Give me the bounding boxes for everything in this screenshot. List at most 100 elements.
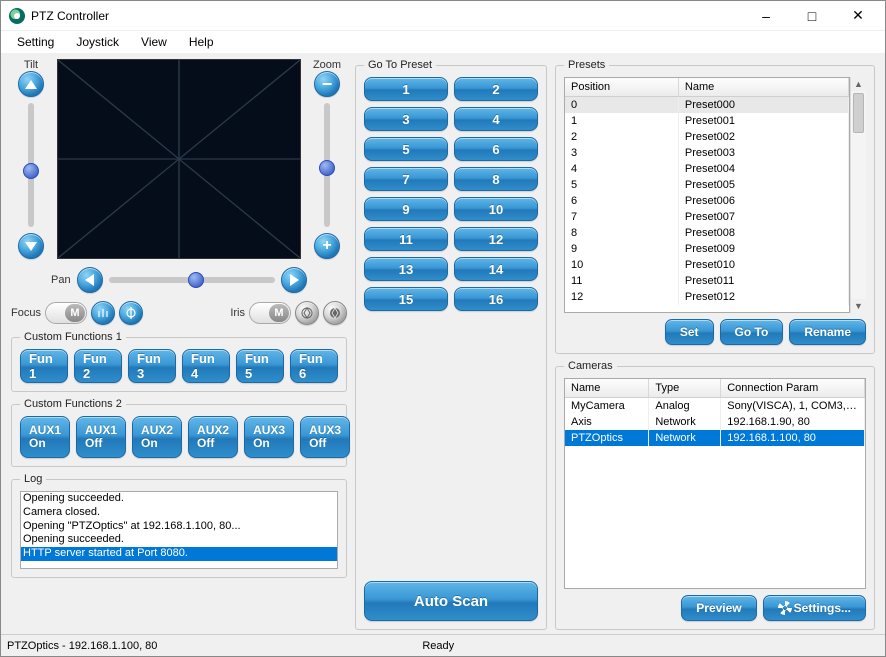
goto-preset-5[interactable]: 5 <box>364 137 448 161</box>
goto-preset-8[interactable]: 8 <box>454 167 538 191</box>
menu-view[interactable]: View <box>133 33 175 51</box>
fun-button-4[interactable]: Fun 4 <box>182 349 230 383</box>
presets-header-name[interactable]: Name <box>678 78 848 97</box>
iris-manual-toggle[interactable]: M <box>249 302 291 324</box>
zoom-in-button[interactable]: + <box>314 233 340 259</box>
camera-row[interactable]: PTZOpticsNetwork192.168.1.100, 80 <box>565 430 865 446</box>
arrow-left-icon <box>85 274 94 286</box>
pan-label: Pan <box>51 274 71 286</box>
preset-row[interactable]: 0Preset000 <box>565 97 849 114</box>
goto-preset-2[interactable]: 2 <box>454 77 538 101</box>
cameras-header-type[interactable]: Type <box>649 379 721 398</box>
preset-set-button[interactable]: Set <box>665 319 714 345</box>
goto-preset-3[interactable]: 3 <box>364 107 448 131</box>
goto-preset-15[interactable]: 15 <box>364 287 448 311</box>
presets-table[interactable]: Position Name 0Preset0001Preset0012Prese… <box>565 78 849 305</box>
goto-preset-4[interactable]: 4 <box>454 107 538 131</box>
preset-row[interactable]: 12Preset012 <box>565 289 849 305</box>
cameras-header-name[interactable]: Name <box>565 379 649 398</box>
iris-close-button[interactable] <box>323 301 347 325</box>
log-line[interactable]: Opening "PTZOptics" at 192.168.1.100, 80… <box>21 520 337 534</box>
preset-row[interactable]: 2Preset002 <box>565 129 849 145</box>
preset-row[interactable]: 8Preset008 <box>565 225 849 241</box>
preset-row[interactable]: 11Preset011 <box>565 273 849 289</box>
aux-button-1[interactable]: AUX1 On <box>20 416 70 458</box>
camera-row[interactable]: MyCameraAnalogSony(VISCA), 1, COM3, 96..… <box>565 398 865 415</box>
tilt-down-button[interactable] <box>18 233 44 259</box>
camera-settings-label: Settings... <box>794 601 851 615</box>
preset-row[interactable]: 9Preset009 <box>565 241 849 257</box>
aux-button-2[interactable]: AUX1 Off <box>76 416 126 458</box>
preset-row[interactable]: 1Preset001 <box>565 113 849 129</box>
iris-open-button[interactable] <box>295 301 319 325</box>
preset-row[interactable]: 4Preset004 <box>565 161 849 177</box>
log-line[interactable]: Camera closed. <box>21 506 337 520</box>
maximize-button[interactable]: □ <box>789 1 835 31</box>
log-list[interactable]: Opening succeeded.Camera closed.Opening … <box>20 491 338 569</box>
aux-button-3[interactable]: AUX2 On <box>132 416 182 458</box>
camera-settings-button[interactable]: Settings... <box>763 595 866 621</box>
preset-row[interactable]: 7Preset007 <box>565 209 849 225</box>
fun-button-2[interactable]: Fun 2 <box>74 349 122 383</box>
zoom-label: Zoom <box>313 59 341 71</box>
pan-slider[interactable] <box>109 277 275 283</box>
camera-row[interactable]: AxisNetwork192.168.1.90, 80 <box>565 414 865 430</box>
log-line[interactable]: Opening succeeded. <box>21 533 337 547</box>
goto-preset-9[interactable]: 9 <box>364 197 448 221</box>
goto-preset-11[interactable]: 11 <box>364 227 448 251</box>
fun-button-5[interactable]: Fun 5 <box>236 349 284 383</box>
fun-button-6[interactable]: Fun 6 <box>290 349 338 383</box>
goto-preset-6[interactable]: 6 <box>454 137 538 161</box>
tilt-slider[interactable] <box>28 103 34 227</box>
minimize-button[interactable]: – <box>743 1 789 31</box>
cameras-header-conn[interactable]: Connection Param <box>721 379 865 398</box>
preset-row[interactable]: 5Preset005 <box>565 177 849 193</box>
focus-far-button[interactable] <box>119 301 143 325</box>
pan-row: Pan <box>11 267 347 293</box>
aux-button-6[interactable]: AUX3 Off <box>300 416 350 458</box>
goto-preset-14[interactable]: 14 <box>454 257 538 281</box>
auto-scan-button[interactable]: Auto Scan <box>364 581 538 621</box>
focus-manual-toggle[interactable]: M <box>45 302 87 324</box>
aux-button-5[interactable]: AUX3 On <box>244 416 294 458</box>
iris-manual-knob: M <box>269 304 289 322</box>
pan-right-button[interactable] <box>281 267 307 293</box>
log-line[interactable]: Opening succeeded. <box>21 492 337 506</box>
log-legend: Log <box>20 473 46 485</box>
menu-setting[interactable]: Setting <box>9 33 62 51</box>
pan-left-button[interactable] <box>77 267 103 293</box>
preset-row[interactable]: 3Preset003 <box>565 145 849 161</box>
arrow-up-icon <box>25 80 37 89</box>
preset-row[interactable]: 6Preset006 <box>565 193 849 209</box>
menu-joystick[interactable]: Joystick <box>68 33 127 51</box>
zoom-slider[interactable] <box>324 103 330 227</box>
aux-button-4[interactable]: AUX2 Off <box>188 416 238 458</box>
custom-functions-1: Custom Functions 1 Fun 1Fun 2Fun 3Fun 4F… <box>11 331 347 392</box>
close-button[interactable]: ✕ <box>835 1 881 31</box>
goto-preset-12[interactable]: 12 <box>454 227 538 251</box>
presets-scrollbar[interactable]: ▲ ▼ <box>850 77 866 313</box>
cameras-table[interactable]: Name Type Connection Param MyCameraAnalo… <box>565 379 865 446</box>
goto-preset-7[interactable]: 7 <box>364 167 448 191</box>
preset-rename-button[interactable]: Rename <box>789 319 866 345</box>
zoom-out-button[interactable]: − <box>314 71 340 97</box>
goto-preset-13[interactable]: 13 <box>364 257 448 281</box>
goto-preset-1[interactable]: 1 <box>364 77 448 101</box>
window-title: PTZ Controller <box>31 9 109 23</box>
preset-row[interactable]: 10Preset010 <box>565 257 849 273</box>
custom-functions-2-legend: Custom Functions 2 <box>20 398 126 410</box>
log-line[interactable]: HTTP server started at Port 8080. <box>21 547 337 561</box>
focus-near-button[interactable] <box>91 301 115 325</box>
camera-preview-button[interactable]: Preview <box>681 595 756 621</box>
goto-preset-16[interactable]: 16 <box>454 287 538 311</box>
gear-icon <box>778 601 792 615</box>
fun-button-3[interactable]: Fun 3 <box>128 349 176 383</box>
preview-canvas[interactable] <box>57 59 301 259</box>
goto-preset-10[interactable]: 10 <box>454 197 538 221</box>
preset-goto-button[interactable]: Go To <box>720 319 784 345</box>
menu-help[interactable]: Help <box>181 33 222 51</box>
presets-header-position[interactable]: Position <box>565 78 678 97</box>
fun-button-1[interactable]: Fun 1 <box>20 349 68 383</box>
tilt-up-button[interactable] <box>18 71 44 97</box>
focus-near-icon <box>96 306 110 320</box>
